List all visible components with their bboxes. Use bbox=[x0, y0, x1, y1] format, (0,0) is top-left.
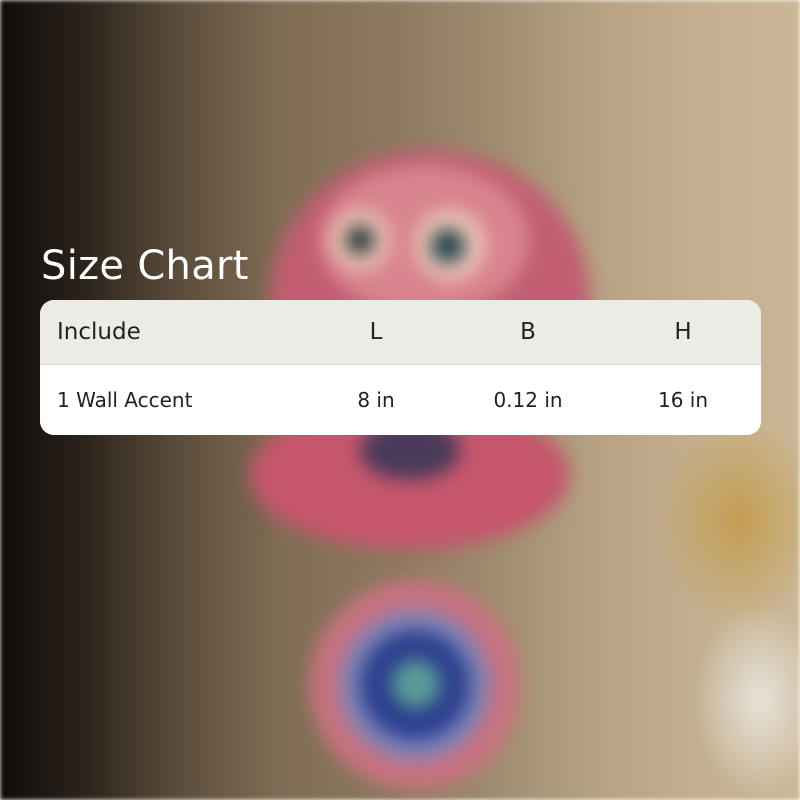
table-row: 1 Wall Accent 8 in 0.12 in 16 in bbox=[40, 365, 761, 435]
cell-length: 8 in bbox=[357, 388, 395, 412]
header-length: L bbox=[369, 319, 383, 345]
header-height: H bbox=[674, 319, 692, 345]
header-include: Include bbox=[57, 319, 141, 345]
header-breadth: B bbox=[520, 319, 536, 345]
cell-include: 1 Wall Accent bbox=[57, 388, 193, 412]
cell-breadth: 0.12 in bbox=[493, 388, 563, 412]
size-chart-title: Size Chart bbox=[41, 243, 249, 289]
table-header-row: Include L B H bbox=[40, 300, 761, 365]
size-chart-table: Include L B H 1 Wall Accent 8 in 0.12 in… bbox=[40, 300, 761, 435]
cell-height: 16 in bbox=[657, 388, 709, 412]
